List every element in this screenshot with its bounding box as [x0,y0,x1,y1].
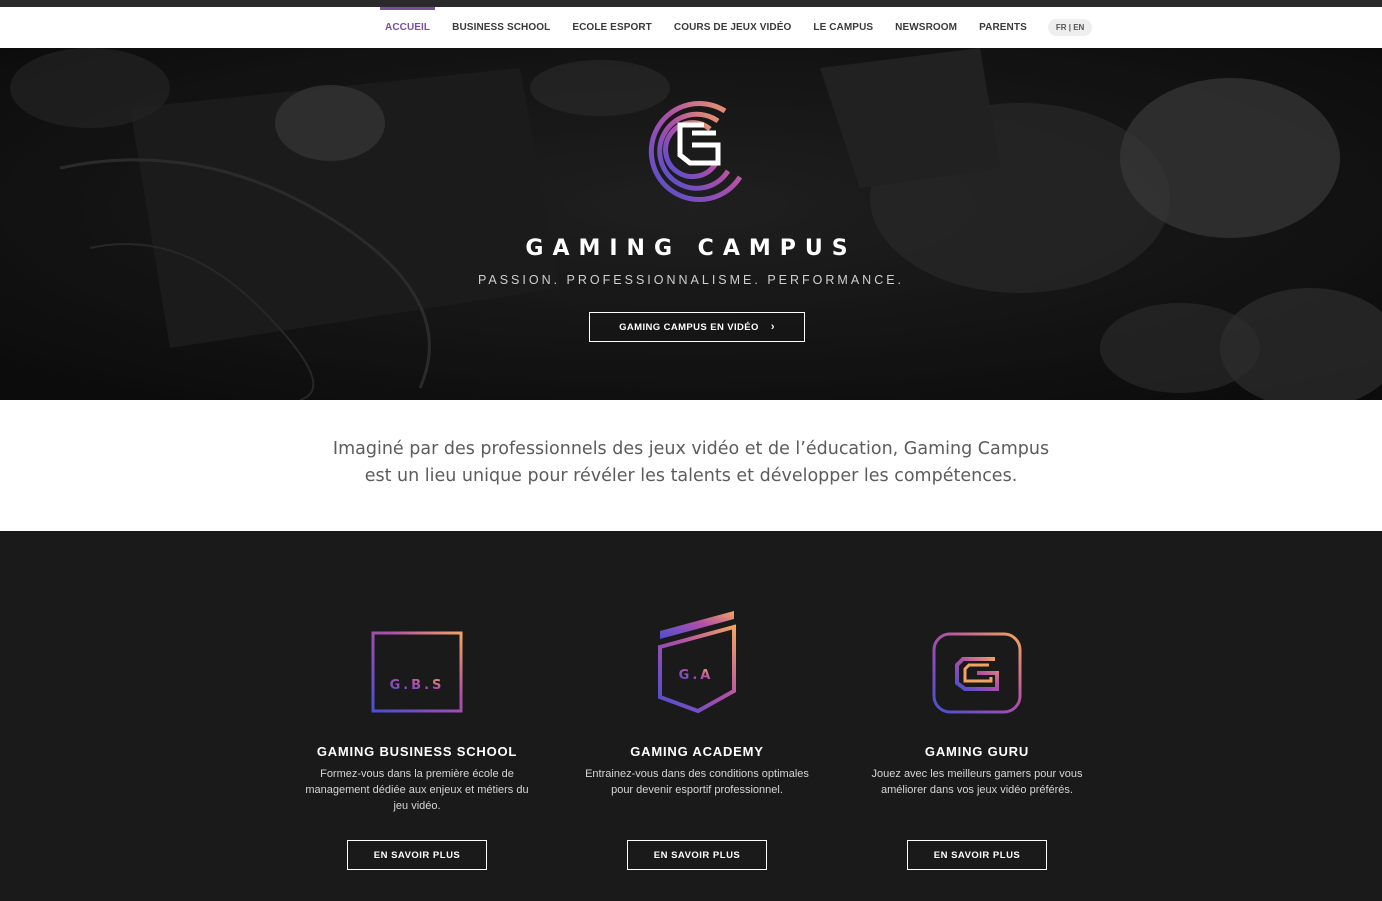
learn-more-button[interactable]: EN SAVOIR PLUS [907,840,1047,870]
language-switcher[interactable]: FR | EN [1047,19,1093,36]
nav-item-ecole-esport[interactable]: ECOLE ESPORT [567,7,657,48]
gbs-logo-text: G.B.S [390,678,445,693]
program-title: GAMING GURU [924,744,1030,759]
programs-section: G.B.S GAMING BUSINESS SCHOOL Formez-vous… [0,531,1382,901]
top-bar [0,0,1382,7]
video-button[interactable]: GAMING CAMPUS EN VIDÉO › [589,312,805,342]
chevron-right-icon: › [770,321,775,333]
ga-logo-text: G.A [679,668,714,683]
program-description: Entrainez-vous dans des conditions optim… [585,768,809,796]
nav-item-newsroom[interactable]: NEWSROOM [890,7,962,48]
program-title: GAMING BUSINESS SCHOOL [316,744,518,759]
gaming-campus-logo-icon [648,101,743,202]
intro-line-1: Imaginé par des professionnels des jeux … [332,439,1050,459]
program-title: GAMING ACADEMY [630,744,764,759]
gbs-logo-icon: G.B.S [371,631,463,713]
video-button-label: GAMING CAMPUS EN VIDÉO [619,321,759,333]
nav-list: ACCUEIL BUSINESS SCHOOL ECOLE ESPORT COU… [380,7,1093,48]
hero-title: GAMING CAMPUS [525,236,857,261]
nav-item-cours-jeux-video[interactable]: COURS DE JEUX VIDÉO [669,7,796,48]
intro-line-2: est un lieu unique pour révéler les tale… [364,466,1018,486]
learn-more-button[interactable]: EN SAVOIR PLUS [347,840,487,870]
hero-banner: GAMING CAMPUS PASSION. PROFESSIONNALISME… [0,48,1382,400]
intro-section: Imaginé par des professionnels des jeux … [0,400,1382,531]
nav-item-le-campus[interactable]: LE CAMPUS [808,7,878,48]
nav-item-parents[interactable]: PARENTS [974,7,1032,48]
nav-item-business-school[interactable]: BUSINESS SCHOOL [447,7,555,48]
intro-text: Imaginé par des professionnels des jeux … [200,436,1182,490]
learn-more-button[interactable]: EN SAVOIR PLUS [627,840,767,870]
guru-logo-icon [932,632,1022,714]
hero-tagline: PASSION. PROFESSIONNALISME. PERFORMANCE. [477,273,905,287]
main-navigation: ACCUEIL BUSINESS SCHOOL ECOLE ESPORT COU… [0,7,1382,48]
program-description: Formez-vous dans la première école de ma… [305,768,529,812]
program-description: Jouez avec les meilleurs gamers pour vou… [871,768,1083,796]
ga-logo-icon: G.A [658,611,736,714]
nav-item-accueil[interactable]: ACCUEIL [380,7,436,48]
